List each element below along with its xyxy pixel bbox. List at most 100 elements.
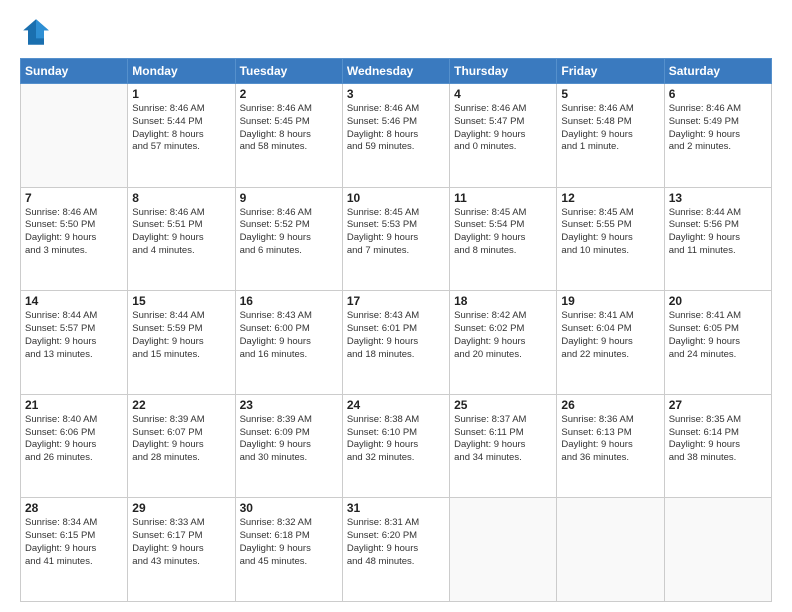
- day-info: Sunrise: 8:39 AM Sunset: 6:09 PM Dayligh…: [240, 414, 338, 465]
- day-number: 12: [561, 191, 659, 205]
- day-info: Sunrise: 8:46 AM Sunset: 5:50 PM Dayligh…: [25, 207, 123, 258]
- calendar-cell: 9 Sunrise: 8:46 AM Sunset: 5:52 PM Daylig…: [235, 187, 342, 291]
- day-number: 28: [25, 501, 123, 515]
- calendar-cell: 3 Sunrise: 8:46 AM Sunset: 5:46 PM Daylig…: [342, 84, 449, 188]
- calendar-cell: 18 Sunrise: 8:42 AM Sunset: 6:02 PM Dayli…: [450, 291, 557, 395]
- calendar-cell: 16 Sunrise: 8:43 AM Sunset: 6:00 PM Dayli…: [235, 291, 342, 395]
- day-number: 31: [347, 501, 445, 515]
- day-info: Sunrise: 8:31 AM Sunset: 6:20 PM Dayligh…: [347, 517, 445, 568]
- day-info: Sunrise: 8:45 AM Sunset: 5:55 PM Dayligh…: [561, 207, 659, 258]
- day-number: 30: [240, 501, 338, 515]
- day-number: 23: [240, 398, 338, 412]
- day-info: Sunrise: 8:45 AM Sunset: 5:53 PM Dayligh…: [347, 207, 445, 258]
- day-number: 8: [132, 191, 230, 205]
- day-info: Sunrise: 8:46 AM Sunset: 5:52 PM Dayligh…: [240, 207, 338, 258]
- day-info: Sunrise: 8:46 AM Sunset: 5:48 PM Dayligh…: [561, 103, 659, 154]
- day-number: 11: [454, 191, 552, 205]
- day-number: 29: [132, 501, 230, 515]
- day-number: 19: [561, 294, 659, 308]
- calendar-cell: 4 Sunrise: 8:46 AM Sunset: 5:47 PM Daylig…: [450, 84, 557, 188]
- day-number: 6: [669, 87, 767, 101]
- calendar-cell: [557, 498, 664, 602]
- day-number: 18: [454, 294, 552, 308]
- weekday-header: Wednesday: [342, 59, 449, 84]
- calendar-cell: 27Sunrise: 8:35 AM Sunset: 6:14 PM Dayli…: [664, 394, 771, 498]
- calendar-week-row: 7 Sunrise: 8:46 AM Sunset: 5:50 PM Daylig…: [21, 187, 772, 291]
- calendar-cell: 26Sunrise: 8:36 AM Sunset: 6:13 PM Dayli…: [557, 394, 664, 498]
- calendar-cell: 17 Sunrise: 8:43 AM Sunset: 6:01 PM Dayli…: [342, 291, 449, 395]
- day-number: 2: [240, 87, 338, 101]
- weekday-header: Monday: [128, 59, 235, 84]
- day-info: Sunrise: 8:45 AM Sunset: 5:54 PM Dayligh…: [454, 207, 552, 258]
- day-info: Sunrise: 8:46 AM Sunset: 5:44 PM Dayligh…: [132, 103, 230, 154]
- day-number: 1: [132, 87, 230, 101]
- day-info: Sunrise: 8:46 AM Sunset: 5:46 PM Dayligh…: [347, 103, 445, 154]
- header: [20, 16, 772, 48]
- day-number: 3: [347, 87, 445, 101]
- calendar-cell: 14Sunrise: 8:44 AM Sunset: 5:57 PM Dayli…: [21, 291, 128, 395]
- day-info: Sunrise: 8:38 AM Sunset: 6:10 PM Dayligh…: [347, 414, 445, 465]
- day-info: Sunrise: 8:40 AM Sunset: 6:06 PM Dayligh…: [25, 414, 123, 465]
- calendar-cell: 20Sunrise: 8:41 AM Sunset: 6:05 PM Dayli…: [664, 291, 771, 395]
- calendar-cell: 11 Sunrise: 8:45 AM Sunset: 5:54 PM Dayli…: [450, 187, 557, 291]
- day-number: 9: [240, 191, 338, 205]
- calendar-cell: 12 Sunrise: 8:45 AM Sunset: 5:55 PM Dayli…: [557, 187, 664, 291]
- day-number: 16: [240, 294, 338, 308]
- weekday-header: Saturday: [664, 59, 771, 84]
- day-info: Sunrise: 8:46 AM Sunset: 5:51 PM Dayligh…: [132, 207, 230, 258]
- day-info: Sunrise: 8:34 AM Sunset: 6:15 PM Dayligh…: [25, 517, 123, 568]
- day-number: 13: [669, 191, 767, 205]
- calendar-cell: 30Sunrise: 8:32 AM Sunset: 6:18 PM Dayli…: [235, 498, 342, 602]
- day-info: Sunrise: 8:44 AM Sunset: 5:57 PM Dayligh…: [25, 310, 123, 361]
- day-info: Sunrise: 8:44 AM Sunset: 5:56 PM Dayligh…: [669, 207, 767, 258]
- weekday-header: Sunday: [21, 59, 128, 84]
- calendar-cell: [21, 84, 128, 188]
- calendar-cell: 13 Sunrise: 8:44 AM Sunset: 5:56 PM Dayli…: [664, 187, 771, 291]
- calendar-cell: 19 Sunrise: 8:41 AM Sunset: 6:04 PM Dayli…: [557, 291, 664, 395]
- day-number: 20: [669, 294, 767, 308]
- day-info: Sunrise: 8:43 AM Sunset: 6:00 PM Dayligh…: [240, 310, 338, 361]
- day-number: 7: [25, 191, 123, 205]
- calendar-cell: 5Sunrise: 8:46 AM Sunset: 5:48 PM Daylig…: [557, 84, 664, 188]
- day-info: Sunrise: 8:43 AM Sunset: 6:01 PM Dayligh…: [347, 310, 445, 361]
- calendar-header-row: SundayMondayTuesdayWednesdayThursdayFrid…: [21, 59, 772, 84]
- day-number: 22: [132, 398, 230, 412]
- calendar: SundayMondayTuesdayWednesdayThursdayFrid…: [20, 58, 772, 602]
- day-info: Sunrise: 8:46 AM Sunset: 5:47 PM Dayligh…: [454, 103, 552, 154]
- calendar-cell: 23 Sunrise: 8:39 AM Sunset: 6:09 PM Dayli…: [235, 394, 342, 498]
- page: SundayMondayTuesdayWednesdayThursdayFrid…: [0, 0, 792, 612]
- calendar-week-row: 1 Sunrise: 8:46 AM Sunset: 5:44 PM Daylig…: [21, 84, 772, 188]
- calendar-week-row: 21 Sunrise: 8:40 AM Sunset: 6:06 PM Dayli…: [21, 394, 772, 498]
- day-number: 27: [669, 398, 767, 412]
- logo-icon: [20, 16, 52, 48]
- logo: [20, 16, 56, 48]
- weekday-header: Tuesday: [235, 59, 342, 84]
- calendar-cell: 29 Sunrise: 8:33 AM Sunset: 6:17 PM Dayli…: [128, 498, 235, 602]
- day-info: Sunrise: 8:33 AM Sunset: 6:17 PM Dayligh…: [132, 517, 230, 568]
- day-number: 24: [347, 398, 445, 412]
- day-info: Sunrise: 8:46 AM Sunset: 5:49 PM Dayligh…: [669, 103, 767, 154]
- day-number: 21: [25, 398, 123, 412]
- calendar-cell: 22 Sunrise: 8:39 AM Sunset: 6:07 PM Dayli…: [128, 394, 235, 498]
- day-number: 15: [132, 294, 230, 308]
- calendar-cell: 7 Sunrise: 8:46 AM Sunset: 5:50 PM Daylig…: [21, 187, 128, 291]
- calendar-week-row: 28 Sunrise: 8:34 AM Sunset: 6:15 PM Dayli…: [21, 498, 772, 602]
- day-info: Sunrise: 8:46 AM Sunset: 5:45 PM Dayligh…: [240, 103, 338, 154]
- calendar-cell: 28 Sunrise: 8:34 AM Sunset: 6:15 PM Dayli…: [21, 498, 128, 602]
- day-info: Sunrise: 8:37 AM Sunset: 6:11 PM Dayligh…: [454, 414, 552, 465]
- calendar-cell: 31 Sunrise: 8:31 AM Sunset: 6:20 PM Dayli…: [342, 498, 449, 602]
- calendar-cell: 21 Sunrise: 8:40 AM Sunset: 6:06 PM Dayli…: [21, 394, 128, 498]
- day-number: 4: [454, 87, 552, 101]
- day-info: Sunrise: 8:41 AM Sunset: 6:04 PM Dayligh…: [561, 310, 659, 361]
- weekday-header: Thursday: [450, 59, 557, 84]
- day-info: Sunrise: 8:39 AM Sunset: 6:07 PM Dayligh…: [132, 414, 230, 465]
- calendar-cell: 10Sunrise: 8:45 AM Sunset: 5:53 PM Dayli…: [342, 187, 449, 291]
- day-number: 25: [454, 398, 552, 412]
- calendar-week-row: 14Sunrise: 8:44 AM Sunset: 5:57 PM Dayli…: [21, 291, 772, 395]
- calendar-cell: 2 Sunrise: 8:46 AM Sunset: 5:45 PM Daylig…: [235, 84, 342, 188]
- calendar-cell: 1 Sunrise: 8:46 AM Sunset: 5:44 PM Daylig…: [128, 84, 235, 188]
- day-info: Sunrise: 8:42 AM Sunset: 6:02 PM Dayligh…: [454, 310, 552, 361]
- day-number: 17: [347, 294, 445, 308]
- day-info: Sunrise: 8:44 AM Sunset: 5:59 PM Dayligh…: [132, 310, 230, 361]
- day-number: 26: [561, 398, 659, 412]
